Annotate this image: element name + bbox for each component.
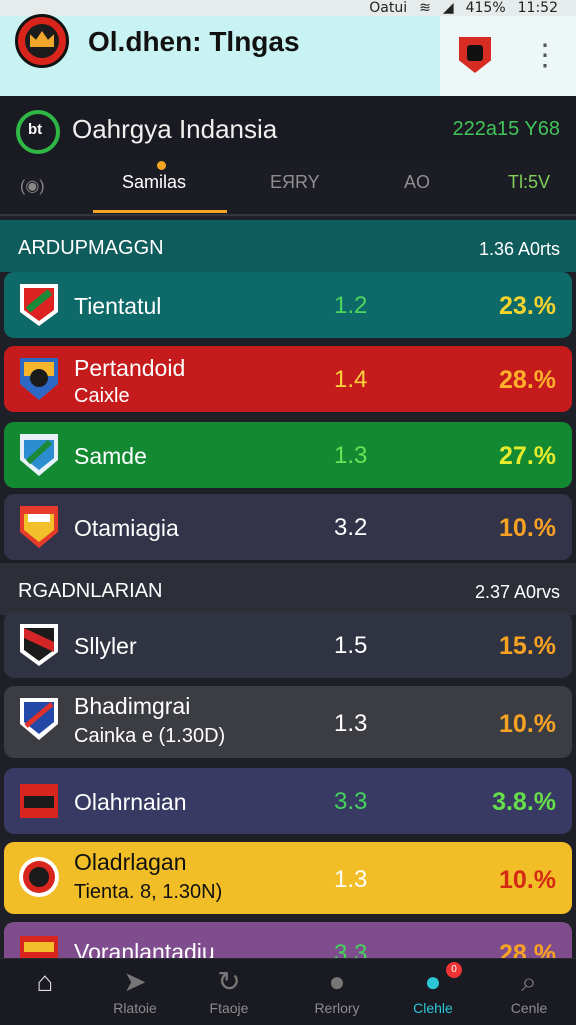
notification-badge: 0 [446, 962, 462, 978]
nav-label: Rerlory [314, 1000, 360, 1016]
club-badge-icon [18, 696, 60, 742]
nav-label: Clehle [413, 1000, 453, 1016]
nav-label: Cenle [510, 1000, 548, 1016]
row-odds: 1.3 [334, 710, 368, 737]
tab-live[interactable]: Tl:5V [508, 172, 550, 193]
section-title: ARDUPMAGGN [18, 237, 164, 259]
tab-ao[interactable]: AO [404, 172, 430, 193]
row-odds: 1.4 [334, 366, 368, 393]
table-row[interactable]: Bhadimgrai Cainka e (1.30D) 1.3 10.% [4, 686, 572, 758]
tab-active-dot [157, 161, 166, 170]
league-name[interactable]: Oahrgya Indansia [72, 114, 277, 145]
row-odds: 1.2 [334, 292, 368, 319]
nav-ftaoje[interactable]: ↻ Ftaoje [184, 960, 274, 1020]
table-row[interactable]: Olahrnaian 3.3 3.8.% [4, 768, 572, 834]
section-title: RGADNLARIAN [18, 580, 163, 602]
row-name: Samde [74, 443, 147, 469]
row-subname: Cainka e (1.30D) [74, 725, 226, 747]
status-time: 11:52 [517, 0, 558, 16]
table-row[interactable]: Samde 1.3 27.% [4, 422, 572, 488]
table-row[interactable]: Oladrlagan Tienta. 8, 1.30N) 1.3 10.% [4, 842, 572, 914]
nav-home[interactable]: ⌂ [0, 960, 90, 1020]
row-subname: Caixle [74, 385, 130, 407]
club-badge-icon [18, 356, 60, 402]
row-name: Tientatul [74, 293, 162, 319]
nav-rerlory[interactable]: ● Rerlory [292, 960, 382, 1020]
tab-samilas[interactable]: Samilas [122, 172, 186, 193]
signal-icon: ◢ [442, 0, 454, 16]
row-odds: 3.2 [334, 514, 368, 541]
nav-rlatoie[interactable]: ➤ Rlatoie [90, 960, 180, 1020]
profile-icon: ● [424, 966, 442, 997]
row-name: Otamiagia [74, 515, 179, 541]
league-logo [16, 110, 60, 154]
club-badge-icon [18, 504, 60, 550]
club-badge-icon [18, 854, 60, 900]
row-name: Olahrnaian [74, 789, 187, 815]
radio-icon[interactable]: (◉) [20, 176, 54, 195]
row-odds: 1.3 [334, 866, 368, 893]
row-odds: 3.3 [334, 788, 368, 815]
row-percent: 10.% [499, 866, 556, 894]
club-badge-icon [18, 622, 60, 668]
refresh-icon: ↻ [217, 966, 241, 997]
arrow-icon: ➤ [123, 966, 147, 997]
app-logo[interactable] [15, 14, 69, 68]
nav-cenle[interactable]: ⌕ Cenle [484, 960, 574, 1020]
row-name: Oladrlagan [74, 849, 187, 875]
club-badge-icon [18, 432, 60, 478]
table-row[interactable]: Tientatul 1.2 23.% [4, 272, 572, 338]
row-name: Bhadimgrai [74, 693, 191, 719]
section-header: ARDUPMAGGN 1.36 A0rts [0, 220, 576, 272]
status-label: Oatui [369, 0, 408, 16]
search-icon: ⌕ [521, 966, 537, 997]
tab-underline [93, 210, 227, 213]
row-percent: 27.% [499, 442, 556, 470]
league-score: 222a15 Y68 [452, 118, 560, 140]
row-percent: 10.% [499, 514, 556, 542]
more-menu-icon[interactable]: ⋮ [530, 40, 560, 72]
row-name: Pertandoid [74, 355, 186, 381]
ball-icon: ● [328, 966, 346, 997]
club-badge-icon [18, 778, 60, 824]
nav-label: Ftaoje [209, 1000, 249, 1016]
table-row[interactable]: Pertandoid Caixle 1.4 28.% [4, 346, 572, 412]
section-meta: 1.36 A0rts [478, 239, 560, 259]
battery-label: 415% [465, 0, 506, 16]
row-percent: 10.% [499, 710, 556, 738]
tab-eary[interactable]: EЯRY [270, 172, 320, 193]
section-header: RGADNLARIAN 2.37 A0rvs [0, 563, 576, 615]
row-percent: 15.% [499, 632, 556, 660]
status-bar: Oatui ≋ ◢ 415% 11:52 [0, 0, 576, 16]
row-percent: 23.% [499, 292, 556, 320]
table-row[interactable]: Otamiagia 3.2 10.% [4, 494, 572, 560]
club-badge-icon [18, 282, 60, 328]
row-subname: Tienta. 8, 1.30N) [74, 881, 223, 903]
section-meta: 2.37 A0rvs [474, 582, 560, 602]
row-name: Sllyler [74, 633, 137, 659]
app-title: Ol.dhen: Tlngas [88, 26, 300, 57]
wifi-icon: ≋ [419, 0, 431, 16]
home-icon: ⌂ [36, 966, 54, 997]
row-percent: 28.% [499, 366, 556, 394]
row-odds: 1.5 [334, 632, 368, 659]
row-percent: 3.8.% [492, 788, 556, 816]
nav-label: Rlatoie [113, 1000, 157, 1016]
row-odds: 1.3 [334, 442, 368, 469]
table-row[interactable]: Sllyler 1.5 15.% [4, 612, 572, 678]
nav-clehle[interactable]: ● Clehle [388, 960, 478, 1020]
